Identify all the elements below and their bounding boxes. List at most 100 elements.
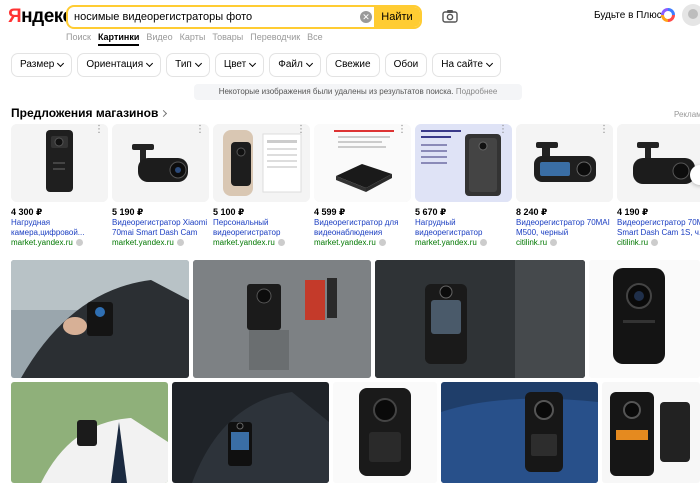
- search-input[interactable]: [68, 7, 358, 27]
- filter-color[interactable]: Цвет: [214, 53, 265, 77]
- filter-type[interactable]: Тип: [166, 53, 210, 77]
- offer-price: 5 100 ₽: [213, 207, 245, 217]
- offer-source[interactable]: citilink.ru: [516, 238, 557, 247]
- services-nav: Поиск Картинки Видео Карты Товары Перево…: [66, 32, 323, 46]
- logo-rest: ндекс: [21, 6, 73, 27]
- more-options-icon[interactable]: ⋮: [599, 125, 609, 135]
- result-image[interactable]: [172, 382, 329, 483]
- notice-text: Некоторые изображения были удалены из ре…: [218, 87, 454, 96]
- chevron-down-icon: [249, 59, 257, 68]
- offer-source[interactable]: market.yandex.ru: [314, 238, 386, 247]
- result-image[interactable]: [441, 382, 598, 483]
- offer-source[interactable]: market.yandex.ru: [112, 238, 184, 247]
- offer-image[interactable]: [314, 124, 411, 202]
- filter-on-site[interactable]: На сайте: [432, 53, 501, 77]
- camera-with-clip-photo: [602, 382, 700, 483]
- service-tab-images[interactable]: Картинки: [97, 32, 140, 46]
- chevron-down-icon: [194, 59, 202, 68]
- more-options-icon[interactable]: ⋮: [498, 125, 508, 135]
- dvr-box-icon: [314, 124, 411, 202]
- filter-label: Свежие: [334, 59, 371, 70]
- officer-night-photo: [172, 382, 329, 483]
- offer-source[interactable]: citilink.ru: [617, 238, 658, 247]
- more-options-icon[interactable]: ⋮: [195, 125, 205, 135]
- dash-camera-icon: [617, 124, 700, 202]
- service-tab-all[interactable]: Все: [307, 32, 323, 46]
- result-image[interactable]: [333, 382, 437, 483]
- result-image[interactable]: [589, 260, 700, 378]
- image-search-camera-icon[interactable]: [442, 9, 458, 23]
- filter-wallpapers[interactable]: Обои: [384, 53, 428, 77]
- more-options-icon[interactable]: ⋮: [94, 125, 104, 135]
- result-image[interactable]: [602, 382, 700, 483]
- yandex-logo[interactable]: Яндекс: [8, 6, 73, 28]
- offer-card[interactable]: ⋮ 4 300 ₽ Нагрудная камера,цифровой... m…: [11, 124, 108, 248]
- filter-label: Файл: [278, 59, 303, 70]
- camera-product-front-photo: [333, 382, 437, 483]
- clear-icon[interactable]: ✕: [360, 11, 372, 23]
- chevron-down-icon: [485, 59, 494, 68]
- offer-name[interactable]: Видеорегистратор 70M Smart Dash Cam 1S, …: [617, 218, 700, 238]
- offer-card[interactable]: ⋮ 5 190 ₽ Видеорегистратор Xiaomi 70mai …: [112, 124, 209, 248]
- service-tab-products[interactable]: Товары: [212, 32, 243, 46]
- offer-source[interactable]: market.yandex.ru: [11, 238, 83, 247]
- offer-image[interactable]: [617, 124, 700, 202]
- offer-price: 4 190 ₽: [617, 207, 649, 217]
- offer-card[interactable]: ⋮ 8 240 ₽ Видеорегистратор 70MAI M500, ч…: [516, 124, 613, 248]
- offer-image[interactable]: [415, 124, 512, 202]
- offer-card[interactable]: ⋮ 4 599 ₽ Видеорегистратор для видеонабл…: [314, 124, 411, 248]
- offer-source[interactable]: market.yandex.ru: [213, 238, 285, 247]
- notice-more-link[interactable]: Подробнее: [456, 87, 498, 96]
- body-camera-icon: [213, 124, 310, 202]
- offer-image[interactable]: [11, 124, 108, 202]
- filter-bar: Размер Ориентация Тип Цвет Файл Свежие О…: [11, 53, 501, 77]
- result-image[interactable]: [375, 260, 585, 378]
- filter-recent[interactable]: Свежие: [325, 53, 380, 77]
- offer-card[interactable]: ⋮ 5 100 ₽ Персональный видеорегистратор …: [213, 124, 310, 248]
- offer-name[interactable]: Нагрудная камера,цифровой...: [11, 218, 108, 238]
- chevron-down-icon: [146, 59, 154, 68]
- plus-promo-link[interactable]: Будьте в Плюсе: [594, 10, 667, 21]
- offer-image[interactable]: [516, 124, 613, 202]
- offer-name[interactable]: Видеорегистратор Xiaomi 70mai Smart Dash…: [112, 218, 209, 238]
- plus-icon[interactable]: [661, 8, 675, 22]
- offer-price: 4 300 ₽: [11, 207, 43, 217]
- offer-card[interactable]: ⋮ 5 670 ₽ Нагрудный видеорегистратор BOD…: [415, 124, 512, 248]
- more-options-icon[interactable]: ⋮: [397, 125, 407, 135]
- offer-image[interactable]: [213, 124, 310, 202]
- dash-camera-icon: [112, 124, 209, 202]
- offer-price: 4 599 ₽: [314, 207, 346, 217]
- filter-label: На сайте: [441, 59, 483, 70]
- offer-name[interactable]: Видеорегистратор 70MAI M500, черный: [516, 218, 613, 238]
- filter-size[interactable]: Размер: [11, 53, 73, 77]
- service-tab-search[interactable]: Поиск: [66, 32, 91, 46]
- camera-on-blue-uniform-photo: [441, 382, 598, 483]
- offer-name[interactable]: Нагрудный видеорегистратор BODY-...: [415, 218, 512, 238]
- offer-price: 8 240 ₽: [516, 207, 548, 217]
- offer-name[interactable]: Персональный видеорегистратор BODY-...: [213, 218, 310, 238]
- camera-in-pocket-photo: [193, 260, 371, 378]
- offer-image[interactable]: [112, 124, 209, 202]
- shop-offers-title-text: Предложения магазинов: [11, 106, 159, 120]
- advert-label: Реклама: [674, 110, 700, 119]
- offer-source[interactable]: market.yandex.ru: [415, 238, 487, 247]
- service-tab-translator[interactable]: Переводчик: [250, 32, 300, 46]
- result-image[interactable]: [11, 382, 168, 483]
- filter-orientation[interactable]: Ориентация: [77, 53, 162, 77]
- result-image[interactable]: [11, 260, 189, 378]
- filter-label: Цвет: [223, 59, 247, 70]
- result-image[interactable]: [193, 260, 371, 378]
- filter-label: Тип: [175, 59, 192, 70]
- offer-card[interactable]: ⋮ 4 190 ₽ Видеорегистратор 70M Smart Das…: [617, 124, 700, 248]
- dash-camera-icon: [516, 124, 613, 202]
- offer-name[interactable]: Видеорегистратор для видеонаблюдения Owl…: [314, 218, 411, 238]
- filter-label: Ориентация: [86, 59, 144, 70]
- search-button[interactable]: Найти: [374, 7, 420, 27]
- shop-offers-title[interactable]: Предложения магазинов: [11, 106, 168, 120]
- service-tab-maps[interactable]: Карты: [180, 32, 206, 46]
- avatar[interactable]: [682, 4, 700, 26]
- filter-label: Обои: [393, 59, 419, 70]
- service-tab-video[interactable]: Видео: [146, 32, 172, 46]
- more-options-icon[interactable]: ⋮: [296, 125, 306, 135]
- filter-file[interactable]: Файл: [269, 53, 321, 77]
